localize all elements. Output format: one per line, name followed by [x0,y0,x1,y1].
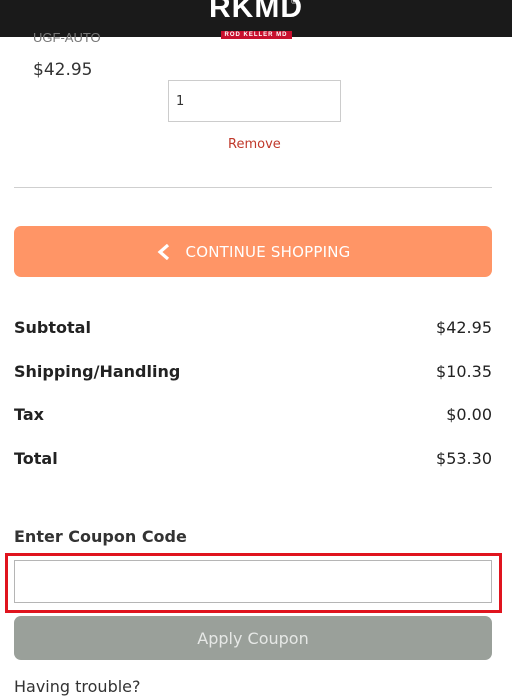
coupon-heading: Enter Coupon Code [14,527,187,546]
logo-subtext: ROD KELLER MD [220,31,292,39]
summary-label: Shipping/Handling [14,362,181,381]
summary-value: $0.00 [446,405,492,424]
having-trouble-text: Having trouble? [14,677,141,696]
summary-label: Subtotal [14,318,91,337]
summary-row-shipping: Shipping/Handling $10.35 [14,362,492,386]
apply-coupon-button[interactable]: Apply Coupon [14,616,492,660]
summary-row-subtotal: Subtotal $42.95 [14,318,492,342]
summary-value: $53.30 [436,449,492,468]
chevron-left-icon [156,243,174,260]
continue-shopping-label: CONTINUE SHOPPING [185,242,351,261]
summary-label: Tax [14,405,44,424]
remove-item-link[interactable]: Remove [228,137,281,152]
summary-row-tax: Tax $0.00 [14,405,492,429]
summary-value: $42.95 [436,318,492,337]
continue-shopping-button[interactable]: CONTINUE SHOPPING [14,226,492,277]
summary-value: $10.35 [436,362,492,381]
brand-logo[interactable]: RKMD ROD KELLER MD ® [201,0,311,39]
quantity-input[interactable] [168,80,341,122]
item-price: $42.95 [33,60,93,80]
coupon-code-input[interactable] [14,560,492,603]
summary-label: Total [14,449,58,468]
summary-row-total: Total $53.30 [14,449,492,473]
item-sku: UGF-AUTO [33,30,101,45]
divider [14,187,492,188]
registered-mark: ® [291,0,297,6]
